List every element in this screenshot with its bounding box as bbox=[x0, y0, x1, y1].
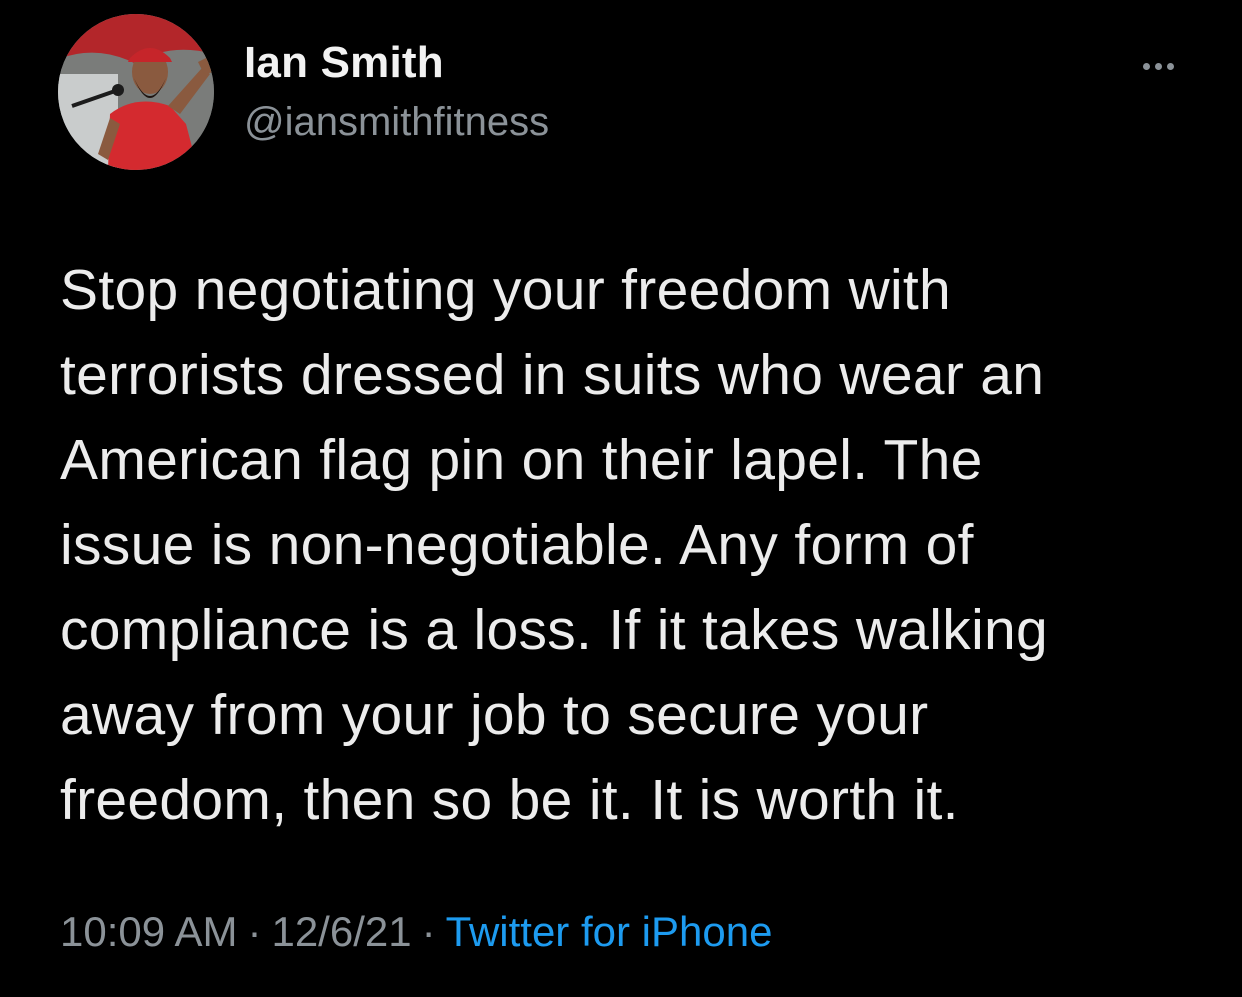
tweet-date[interactable]: 12/6/21 bbox=[271, 908, 411, 955]
tweet-time[interactable]: 10:09 AM bbox=[60, 908, 237, 955]
tweet-text-line: American flag pin on their lapel. The bbox=[60, 428, 983, 492]
user-display-name[interactable]: Ian Smith bbox=[244, 38, 444, 88]
tweet-text-line: issue is non-negotiable. Any form of bbox=[60, 513, 974, 577]
more-options-icon bbox=[1166, 62, 1174, 70]
tweet-text: Stop negotiating your freedom with terro… bbox=[60, 248, 1200, 843]
more-options-button[interactable] bbox=[1132, 52, 1184, 80]
tweet-text-line: terrorists dressed in suits who wear an bbox=[60, 343, 1045, 407]
tweet-card: Ian Smith @iansmithfitness Stop negotiat… bbox=[0, 0, 1242, 997]
more-options-icon bbox=[1154, 62, 1162, 70]
tweet-text-line: Stop negotiating your freedom with bbox=[60, 258, 952, 322]
meta-separator: · bbox=[421, 908, 436, 955]
tweet-text-line: away from your job to secure your bbox=[60, 683, 929, 747]
avatar[interactable] bbox=[58, 14, 214, 170]
user-handle[interactable]: @iansmithfitness bbox=[244, 100, 549, 145]
meta-separator: · bbox=[247, 908, 262, 955]
profile-photo-icon bbox=[58, 14, 214, 170]
tweet-meta: 10:09 AM · 12/6/21 · Twitter for iPhone bbox=[60, 908, 772, 956]
tweet-source-link[interactable]: Twitter for iPhone bbox=[446, 908, 773, 955]
tweet-text-line: compliance is a loss. If it takes walkin… bbox=[60, 598, 1049, 662]
more-options-icon bbox=[1142, 62, 1150, 70]
tweet-text-line: freedom, then so be it. It is worth it. bbox=[60, 768, 959, 832]
